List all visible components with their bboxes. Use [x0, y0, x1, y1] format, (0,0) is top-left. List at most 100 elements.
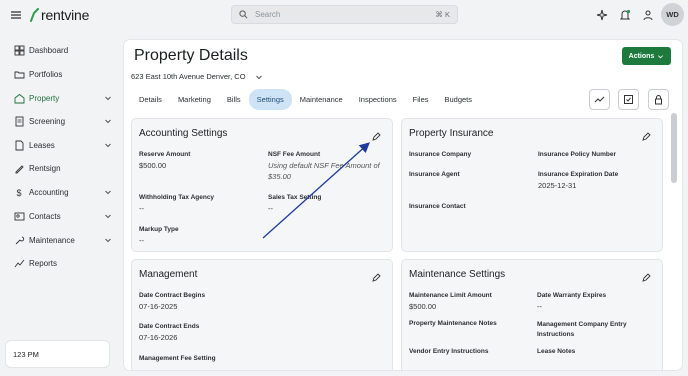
checklist-button[interactable]	[618, 89, 639, 110]
scrollbar[interactable]	[671, 113, 677, 183]
sidebar-item-screening[interactable]: Screening	[14, 113, 112, 129]
chevron-down-icon	[105, 96, 111, 101]
field-value: 07-16-2026	[139, 333, 178, 342]
field-label: Insurance Expiration Date	[538, 171, 619, 178]
search-shortcut: ⌘ K	[435, 10, 450, 19]
sidebar-item-dashboard[interactable]: Dashboard	[14, 42, 112, 58]
search-bar[interactable]: Search ⌘ K	[231, 5, 458, 24]
sidebar-item-accounting[interactable]: $ Accounting	[14, 184, 112, 200]
sidebar-item-label: Screening	[29, 116, 66, 126]
address-selector[interactable]: 623 East 10th Avenue Denver, CO	[131, 72, 263, 81]
card-title: Property Insurance	[409, 128, 494, 139]
tab-files[interactable]: Files	[405, 89, 437, 110]
pencil-icon[interactable]	[642, 132, 651, 141]
field-label: Management Fee Setting	[139, 355, 216, 362]
sidebar-item-leases[interactable]: Leases	[14, 137, 112, 153]
chevron-down-icon	[105, 190, 111, 195]
dashboard-icon	[14, 45, 25, 55]
field-label: Property Maintenance Notes	[409, 320, 497, 327]
logo[interactable]: rentvine	[29, 6, 89, 24]
folder-icon	[14, 71, 25, 78]
bell-icon[interactable]	[618, 8, 632, 22]
card-title: Accounting Settings	[139, 128, 228, 139]
tab-bar: Details Marketing Bills Settings Mainten…	[131, 89, 480, 110]
field-value: --	[268, 204, 273, 213]
main-panel: Property Details 623 East 10th Avenue De…	[124, 40, 682, 370]
sidebar-item-label: Maintenance	[29, 235, 75, 245]
pencil-icon[interactable]	[372, 273, 381, 282]
logo-text: rentvine	[41, 7, 90, 23]
sidebar-item-maintenance[interactable]: Maintenance	[14, 232, 112, 248]
sidebar-item-portfolios[interactable]: Portfolios	[14, 66, 112, 82]
field-label: Date Contract Ends	[139, 323, 200, 330]
screening-icon	[15, 116, 24, 126]
contacts-icon	[14, 212, 25, 220]
avatar[interactable]: WD	[661, 3, 684, 26]
top-bar: rentvine Search ⌘ K WD	[0, 0, 688, 30]
sidebar-item-property[interactable]: Property	[14, 90, 112, 106]
field-label: Reserve Amount	[139, 151, 191, 158]
field-label: Lease Notes	[537, 348, 576, 355]
dollar-icon: $	[17, 188, 22, 198]
field-label: Insurance Contact	[409, 203, 466, 210]
tab-budgets[interactable]: Budgets	[437, 89, 481, 110]
tab-maintenance[interactable]: Maintenance	[292, 89, 351, 110]
field-label: Date Contract Begins	[139, 292, 206, 299]
rentvine-leaf-icon	[30, 8, 39, 22]
field-label: Management Company Entry Instructions	[537, 321, 627, 338]
management-card: Management Date Contract Begins 07-16-20…	[131, 259, 393, 370]
tab-inspections[interactable]: Inspections	[351, 89, 405, 110]
tab-bills[interactable]: Bills	[219, 89, 249, 110]
leases-icon	[15, 140, 24, 150]
analytics-button[interactable]	[589, 89, 610, 110]
actions-button[interactable]: Actions	[622, 47, 671, 65]
sidebar-item-label: Rentsign	[29, 163, 61, 173]
sparkle-icon[interactable]	[595, 8, 609, 22]
user-icon[interactable]	[641, 8, 655, 22]
field-value: Using default NSF Fee Amount of $35.00	[268, 161, 380, 181]
tab-settings[interactable]: Settings	[248, 89, 292, 110]
sidebar-item-contacts[interactable]: Contacts	[14, 208, 112, 224]
wrench-icon	[15, 236, 25, 244]
menu-icon[interactable]	[10, 9, 22, 21]
sidebar-item-rentsign[interactable]: Rentsign	[14, 160, 112, 176]
address-text: 623 East 10th Avenue Denver, CO	[131, 72, 246, 81]
reports-icon	[14, 259, 25, 267]
sidebar-item-label: Accounting	[29, 187, 69, 197]
maintenance-settings-card: Maintenance Settings Maintenance Limit A…	[401, 259, 663, 370]
field-label: Markup Type	[139, 226, 179, 233]
sidebar-item-label: Reports	[29, 258, 58, 268]
field-label: Withholding Tax Agency	[139, 194, 215, 201]
search-input[interactable]: Search	[255, 10, 280, 19]
field-label: Maintenance Limit Amount	[409, 292, 492, 299]
pencil-icon[interactable]	[642, 273, 651, 282]
field-value: --	[537, 302, 542, 311]
tab-details[interactable]: Details	[131, 89, 170, 110]
time-display: 123 PM	[6, 341, 109, 367]
field-value: 07-16-2025	[139, 302, 178, 311]
chevron-down-icon	[255, 75, 262, 79]
lock-button[interactable]	[648, 89, 669, 110]
sidebar-item-reports[interactable]: Reports	[14, 255, 112, 271]
field-label: Insurance Policy Number	[538, 151, 617, 158]
field-value: $500.00	[409, 302, 437, 311]
chevron-down-icon	[105, 143, 111, 148]
checklist-icon	[624, 95, 633, 104]
trend-icon	[594, 96, 605, 103]
sidebar-item-label: Dashboard	[29, 45, 69, 55]
pencil-icon[interactable]	[372, 132, 381, 141]
field-label: Insurance Agent	[409, 171, 460, 178]
chevron-down-icon	[105, 238, 111, 243]
card-title: Management	[139, 269, 198, 280]
sidebar-item-label: Portfolios	[29, 69, 63, 79]
field-value: --	[139, 236, 144, 245]
search-icon	[239, 10, 248, 19]
chevron-down-icon	[105, 119, 111, 124]
tab-marketing[interactable]: Marketing	[170, 89, 219, 110]
field-label: Vendor Entry Instructions	[409, 348, 489, 355]
rentsign-icon	[15, 164, 24, 173]
field-value: 2025-12-31	[538, 181, 577, 190]
sidebar-item-label: Leases	[29, 140, 55, 150]
chevron-down-icon	[658, 54, 664, 58]
field-label: Date Warranty Expires	[537, 292, 607, 299]
